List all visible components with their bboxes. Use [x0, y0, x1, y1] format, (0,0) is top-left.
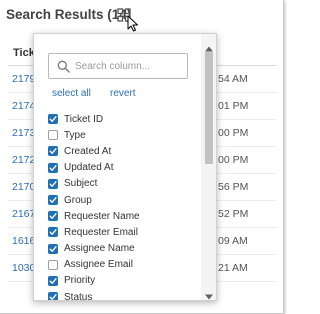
column-option[interactable]: Assignee Name — [46, 241, 196, 257]
checkbox-checked[interactable] — [48, 162, 58, 173]
column-option-label: Status — [64, 291, 93, 301]
column-option[interactable]: Priority — [46, 273, 196, 289]
ticket-id-link[interactable]: 1616 — [12, 235, 35, 247]
row-time-cell: 52 PM — [218, 208, 249, 220]
scroll-down-arrow-icon[interactable] — [205, 287, 213, 300]
column-option[interactable]: Type — [46, 127, 196, 143]
column-option[interactable]: Requester Email — [46, 224, 196, 240]
checkbox-checked[interactable] — [48, 292, 58, 300]
column-option-label: Created At — [64, 145, 112, 157]
column-option-label: Priority — [64, 275, 96, 287]
column-option[interactable]: Status — [46, 289, 196, 301]
row-time-cell: 00 PM — [218, 127, 249, 139]
select-all-link[interactable]: select all — [52, 88, 91, 99]
ticket-id-link[interactable]: 2167 — [12, 208, 35, 220]
column-option-label: Ticket ID — [64, 113, 104, 125]
checkbox-checked[interactable] — [48, 146, 58, 157]
checkbox-checked[interactable] — [48, 243, 58, 254]
row-time-cell: 09 AM — [218, 235, 248, 247]
revert-link[interactable]: revert — [110, 88, 136, 99]
row-time-cell: 01 PM — [218, 100, 249, 112]
column-option[interactable]: Subject — [46, 176, 196, 192]
ticket-id-link[interactable]: 2173 — [12, 127, 35, 139]
column-option-label: Requester Email — [64, 226, 138, 238]
ticket-id-link[interactable]: 2174 — [12, 100, 35, 112]
mouse-pointer-icon — [127, 15, 139, 32]
ticket-id-link[interactable]: 2179 — [12, 73, 35, 85]
column-search-field[interactable] — [48, 53, 188, 79]
column-option-label: Group — [64, 194, 92, 206]
column-checkbox-list: Ticket ID Type Created At Updated At Subject… — [46, 111, 196, 301]
ticket-id-link[interactable]: 1030 — [12, 262, 35, 274]
row-time-cell: 54 AM — [218, 73, 248, 85]
column-option-label: Subject — [64, 178, 98, 190]
column-option-label: Updated At — [64, 162, 114, 174]
row-time-cell: 56 PM — [218, 181, 249, 193]
checkbox-checked[interactable] — [48, 227, 58, 238]
ticket-id-link[interactable]: 2172 — [12, 154, 35, 166]
column-option[interactable]: Created At — [46, 143, 196, 159]
column-option[interactable]: Group — [46, 192, 196, 208]
checkbox-checked[interactable] — [48, 178, 58, 189]
checkbox-unchecked[interactable] — [48, 259, 58, 270]
ticket-id-link[interactable]: 2170 — [12, 181, 35, 193]
column-option[interactable]: Requester Name — [46, 208, 196, 224]
column-option[interactable]: Updated At — [46, 160, 196, 176]
column-option-label: Assignee Email — [64, 259, 133, 271]
checkbox-checked[interactable] — [48, 114, 58, 125]
search-icon — [57, 60, 70, 73]
page-title: Search Results (14) — [6, 7, 132, 22]
column-option[interactable]: Assignee Email — [46, 257, 196, 273]
checkbox-checked[interactable] — [48, 275, 58, 286]
row-time-cell: 21 AM — [218, 262, 248, 274]
column-option-label: Requester Name — [64, 210, 140, 222]
column-option-label: Type — [64, 129, 86, 141]
column-option-label: Assignee Name — [64, 243, 135, 255]
column-picker-dropdown: select all revert Ticket ID Type Created A… — [33, 33, 217, 301]
checkbox-checked[interactable] — [48, 195, 58, 206]
checkbox-unchecked[interactable] — [48, 130, 58, 141]
column-search-input[interactable] — [75, 57, 185, 75]
scroll-up-arrow-icon[interactable] — [205, 39, 213, 52]
scrollbar-thumb[interactable] — [205, 52, 213, 164]
checkbox-checked[interactable] — [48, 211, 58, 222]
dropdown-scrollbar[interactable] — [201, 34, 216, 300]
row-time-cell: 00 PM — [218, 154, 249, 166]
column-option[interactable]: Ticket ID — [46, 111, 196, 127]
